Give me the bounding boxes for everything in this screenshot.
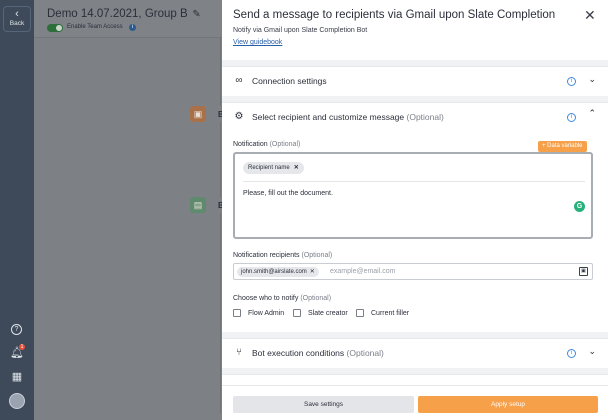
grammarly-icon[interactable]: G <box>574 201 585 212</box>
recipient-name-chip[interactable]: Recipient name ✕ <box>243 162 304 174</box>
chevron-down-icon[interactable]: ⌄ <box>588 74 596 85</box>
recipient-section-header[interactable]: ⚙ Select recipient and customize message… <box>233 104 598 132</box>
pencil-icon[interactable]: ✎ <box>190 9 200 20</box>
close-icon[interactable]: ✕ <box>584 8 596 22</box>
connection-settings-section[interactable]: ∞ Connection settings i ⌄ <box>222 66 608 96</box>
info-icon[interactable]: i <box>129 24 136 31</box>
info-icon[interactable]: i <box>567 113 576 122</box>
chevron-left-icon: ‹ <box>15 8 19 20</box>
flow-connector <box>220 213 221 413</box>
canvas-header: Demo 14.07.2021, Group B ✎ Enable Team A… <box>34 0 222 38</box>
contacts-icon[interactable]: ▣ <box>579 267 588 276</box>
recipients-placeholder: example@email.com <box>330 268 396 275</box>
document-icon: ▤ <box>193 200 203 210</box>
link-icon: ∞ <box>235 75 243 86</box>
close-icon[interactable]: ✕ <box>294 165 299 171</box>
flow-node-bot[interactable]: ▤ <box>190 197 206 213</box>
email-chip[interactable]: john.smith@airslate.com ✕ <box>237 267 319 277</box>
flow-node-document[interactable]: ▣ <box>190 106 206 122</box>
recipients-label: Notification recipients (Optional) <box>233 252 333 259</box>
chevron-down-icon[interactable]: ⌄ <box>588 346 596 357</box>
drawer-title: Send a message to recipients via Gmail u… <box>233 9 556 21</box>
help-icon[interactable]: ? <box>11 324 22 335</box>
bot-conditions-section[interactable]: ⑂ Bot execution conditions (Optional) i … <box>222 338 608 368</box>
flow-connector <box>220 122 221 197</box>
section-title: Bot execution conditions (Optional) <box>252 348 384 358</box>
apply-setup-button[interactable]: Apply setup <box>418 396 598 413</box>
calendar-icon[interactable]: ▦ <box>10 370 24 384</box>
drawer-footer: Save settings Apply setup <box>222 385 608 420</box>
team-access-toggle[interactable] <box>47 24 63 32</box>
back-button[interactable]: ‹ Back <box>3 6 31 32</box>
flow-canvas: Demo 14.07.2021, Group B ✎ Enable Team A… <box>34 0 224 420</box>
recipients-input[interactable]: john.smith@airslate.com ✕ example@email.c… <box>233 263 593 280</box>
document-title[interactable]: Demo 14.07.2021, Group B ✎ <box>47 8 201 20</box>
team-access-label: Enable Team Access <box>67 24 123 30</box>
notification-count-badge: 1 <box>19 344 25 350</box>
notification-message[interactable]: Please, fill out the document. <box>243 190 333 197</box>
section-title: Select recipient and customize message (… <box>252 112 444 122</box>
branch-icon: ⑂ <box>236 347 242 358</box>
view-guidebook-link[interactable]: View guidebook <box>233 39 282 46</box>
info-icon[interactable]: i <box>567 349 576 358</box>
drawer-subtitle: Notify via Gmail upon Slate Completion B… <box>233 27 368 34</box>
notification-label: Notification (Optional) <box>233 141 301 148</box>
close-icon[interactable]: ✕ <box>310 269 315 275</box>
document-title-text: Demo 14.07.2021, Group B <box>47 8 188 20</box>
chevron-up-icon[interactable]: ⌃ <box>588 108 596 119</box>
notification-editor[interactable]: Recipient name ✕ Please, fill out the doc… <box>233 152 593 239</box>
info-icon[interactable]: i <box>567 77 576 86</box>
flow-connector <box>220 38 221 106</box>
save-settings-button[interactable]: Save settings <box>233 396 414 413</box>
bot-settings-drawer: Send a message to recipients via Gmail u… <box>222 0 608 420</box>
document-icon: ▣ <box>193 109 203 119</box>
add-data-variable-button[interactable]: + Data variable <box>538 141 587 152</box>
section-title: Connection settings <box>252 76 327 86</box>
app-sidebar: ‹ Back ? 🔔︎ 1 ▦ <box>0 0 34 420</box>
divider <box>243 181 585 182</box>
notify-label: Choose who to notify (Optional) <box>233 295 332 302</box>
avatar[interactable] <box>9 393 25 409</box>
back-label: Back <box>9 20 25 27</box>
gear-icon: ⚙ <box>234 111 244 122</box>
next-section-partial <box>222 374 608 385</box>
drawer-header: Send a message to recipients via Gmail u… <box>222 0 608 60</box>
